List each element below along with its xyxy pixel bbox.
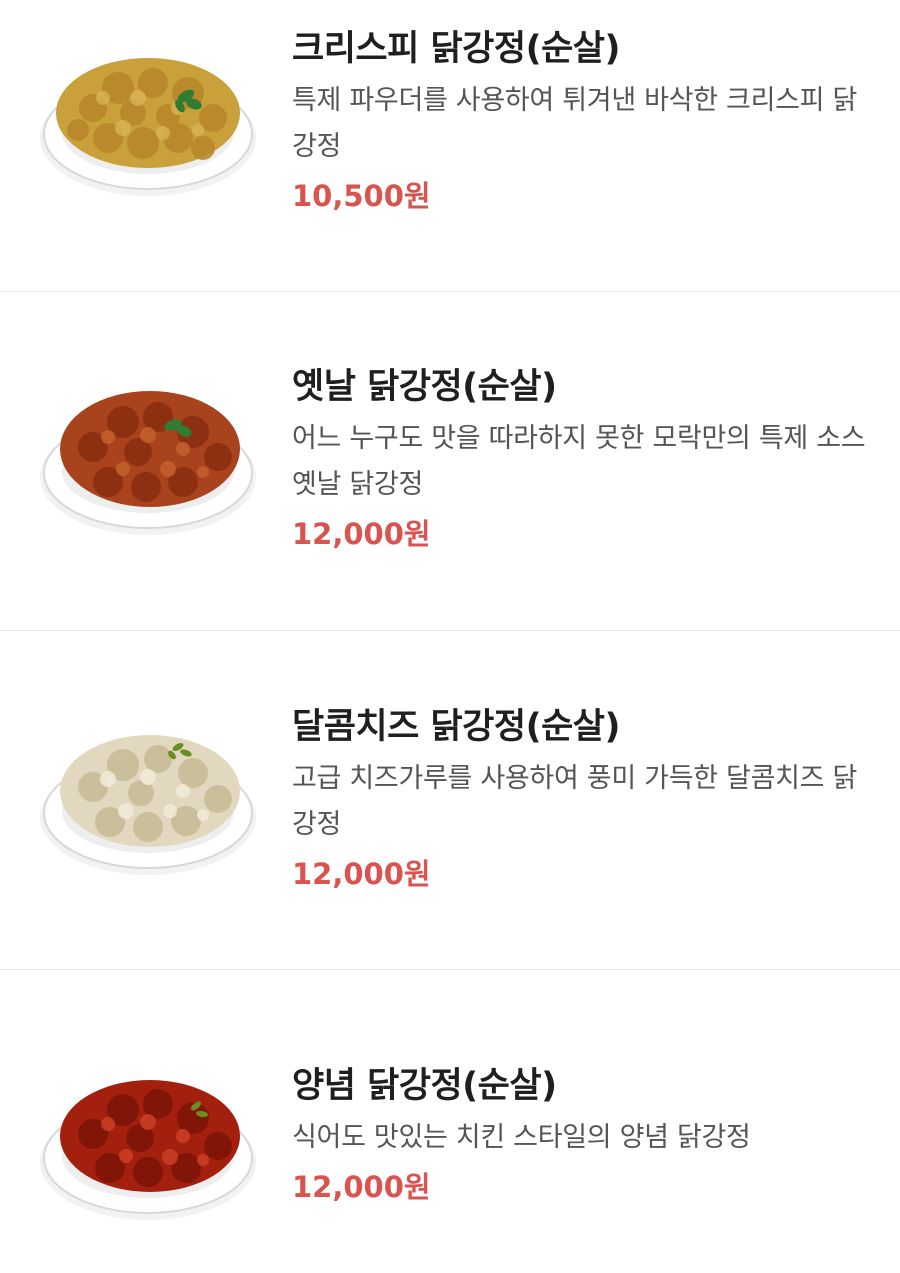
spicy-chicken-plate-icon <box>38 1062 258 1222</box>
menu-item-description: 어느 누구도 맛을 따라하지 못한 모락만의 특제 소스 옛날 닭강정 <box>292 423 866 500</box>
menu-item-name: 크리스피 닭강정(순살) <box>292 29 620 69</box>
menu-item-price: 10,500원 <box>292 179 431 213</box>
menu-item-cheese[interactable]: 달콤치즈 닭강정(순살) 고급 치즈가루를 사용하여 풍미 가득한 달콤치즈 닭… <box>0 631 900 969</box>
menu-item-spicy[interactable]: 양념 닭강정(순살) 식어도 맛있는 치킨 스타일의 양념 닭강정 12,000… <box>0 970 900 1273</box>
menu-item-crispy[interactable]: 크리스피 닭강정(순살) 특제 파우더를 사용하여 튀겨낸 바삭한 크리스피 닭… <box>0 0 900 291</box>
menu-item-price: 12,000원 <box>292 857 431 891</box>
menu-item-name: 달콤치즈 닭강정(순살) <box>292 707 620 747</box>
menu-list: 크리스피 닭강정(순살) 특제 파우더를 사용하여 튀겨낸 바삭한 크리스피 닭… <box>0 0 900 1273</box>
menu-item-name: 옛날 닭강정(순살) <box>292 367 557 407</box>
menu-item-text: 양념 닭강정(순살) 식어도 맛있는 치킨 스타일의 양념 닭강정 12,000… <box>292 1063 872 1207</box>
crispy-chicken-plate-icon <box>38 38 258 198</box>
menu-item-description: 고급 치즈가루를 사용하여 풍미 가득한 달콤치즈 닭강정 <box>292 763 858 840</box>
menu-item-classic[interactable]: 옛날 닭강정(순살) 어느 누구도 맛을 따라하지 못한 모락만의 특제 소스 … <box>0 292 900 630</box>
menu-item-name: 양념 닭강정(순살) <box>292 1066 557 1106</box>
menu-item-text: 달콤치즈 닭강정(순살) 고급 치즈가루를 사용하여 풍미 가득한 달콤치즈 닭… <box>292 704 872 894</box>
menu-item-price: 12,000원 <box>292 1170 431 1204</box>
cheese-chicken-plate-icon <box>38 717 258 877</box>
menu-item-description: 식어도 맛있는 치킨 스타일의 양념 닭강정 <box>292 1122 751 1153</box>
classic-chicken-plate-icon <box>38 377 258 537</box>
menu-item-text: 크리스피 닭강정(순살) 특제 파우더를 사용하여 튀겨낸 바삭한 크리스피 닭… <box>292 26 872 216</box>
menu-item-text: 옛날 닭강정(순살) 어느 누구도 맛을 따라하지 못한 모락만의 특제 소스 … <box>292 364 872 554</box>
menu-item-price: 12,000원 <box>292 517 431 551</box>
menu-item-description: 특제 파우더를 사용하여 튀겨낸 바삭한 크리스피 닭강정 <box>292 85 858 162</box>
